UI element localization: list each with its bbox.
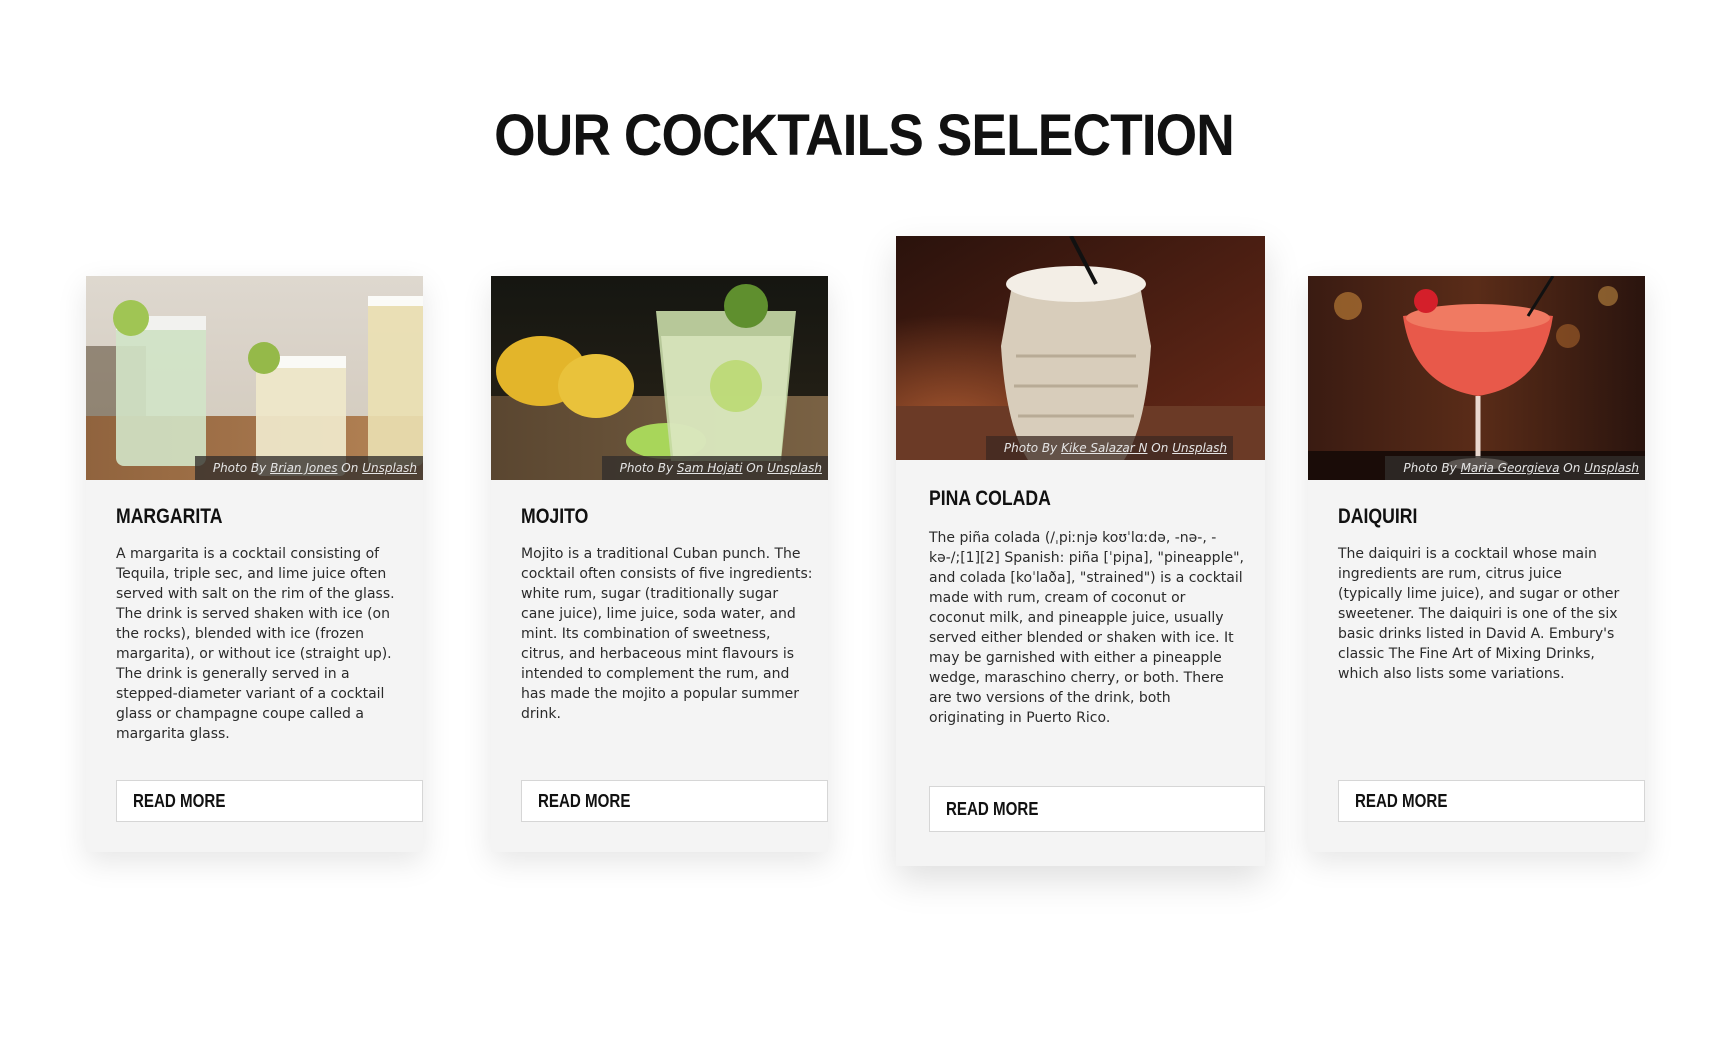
credit-site-link[interactable]: Unsplash	[362, 461, 417, 475]
photo-credit: Photo By Brian Jones On Unsplash	[194, 456, 423, 480]
card-description: The piña colada (/ˌpiːnjə koʊˈlɑːdə, -nə…	[929, 530, 1244, 726]
margarita-photo: Photo By Brian Jones On Unsplash	[86, 276, 423, 480]
card-description: Mojito is a traditional Cuban punch. The…	[521, 546, 813, 722]
credit-author-link[interactable]: Kike Salazar N	[1061, 441, 1147, 455]
page-title: OUR COCKTAILS SELECTION	[494, 103, 1235, 168]
credit-site-link[interactable]: Unsplash	[1584, 461, 1639, 475]
cocktail-card-mojito: Photo By Sam Hojati On Unsplash MOJITO M…	[491, 276, 828, 852]
card-title: PINA COLADA	[929, 487, 1051, 510]
read-more-button[interactable]: READ MORE	[116, 780, 423, 822]
daiquiri-photo: Photo By Maria Georgieva On Unsplash	[1308, 276, 1645, 480]
card-title: MOJITO	[521, 505, 589, 528]
mojito-photo: Photo By Sam Hojati On Unsplash	[491, 276, 828, 480]
credit-author-link[interactable]: Brian Jones	[270, 461, 337, 475]
cocktail-card-margarita: Photo By Brian Jones On Unsplash MARGARI…	[86, 276, 423, 852]
cocktail-card-daiquiri: Photo By Maria Georgieva On Unsplash DAI…	[1308, 276, 1645, 852]
card-description: The daiquiri is a cocktail whose main in…	[1338, 546, 1620, 682]
card-title: MARGARITA	[116, 505, 223, 528]
cocktail-card-pina-colada: Photo By Kike Salazar N On Unsplash PINA…	[896, 236, 1265, 866]
card-description: A margarita is a cocktail consisting of …	[116, 546, 395, 742]
credit-site-link[interactable]: Unsplash	[767, 461, 822, 475]
read-more-button[interactable]: READ MORE	[929, 786, 1265, 832]
credit-author-link[interactable]: Sam Hojati	[677, 461, 743, 475]
credit-author-link[interactable]: Maria Georgieva	[1461, 461, 1560, 475]
read-more-button[interactable]: READ MORE	[521, 780, 828, 822]
photo-credit: Photo By Kike Salazar N On Unsplash	[985, 436, 1233, 460]
photo-credit: Photo By Sam Hojati On Unsplash	[601, 456, 828, 480]
read-more-button[interactable]: READ MORE	[1338, 780, 1645, 822]
pina-colada-photo: Photo By Kike Salazar N On Unsplash	[896, 236, 1265, 460]
card-title: DAIQUIRI	[1338, 505, 1418, 528]
credit-site-link[interactable]: Unsplash	[1172, 441, 1227, 455]
photo-credit: Photo By Maria Georgieva On Unsplash	[1385, 456, 1645, 480]
